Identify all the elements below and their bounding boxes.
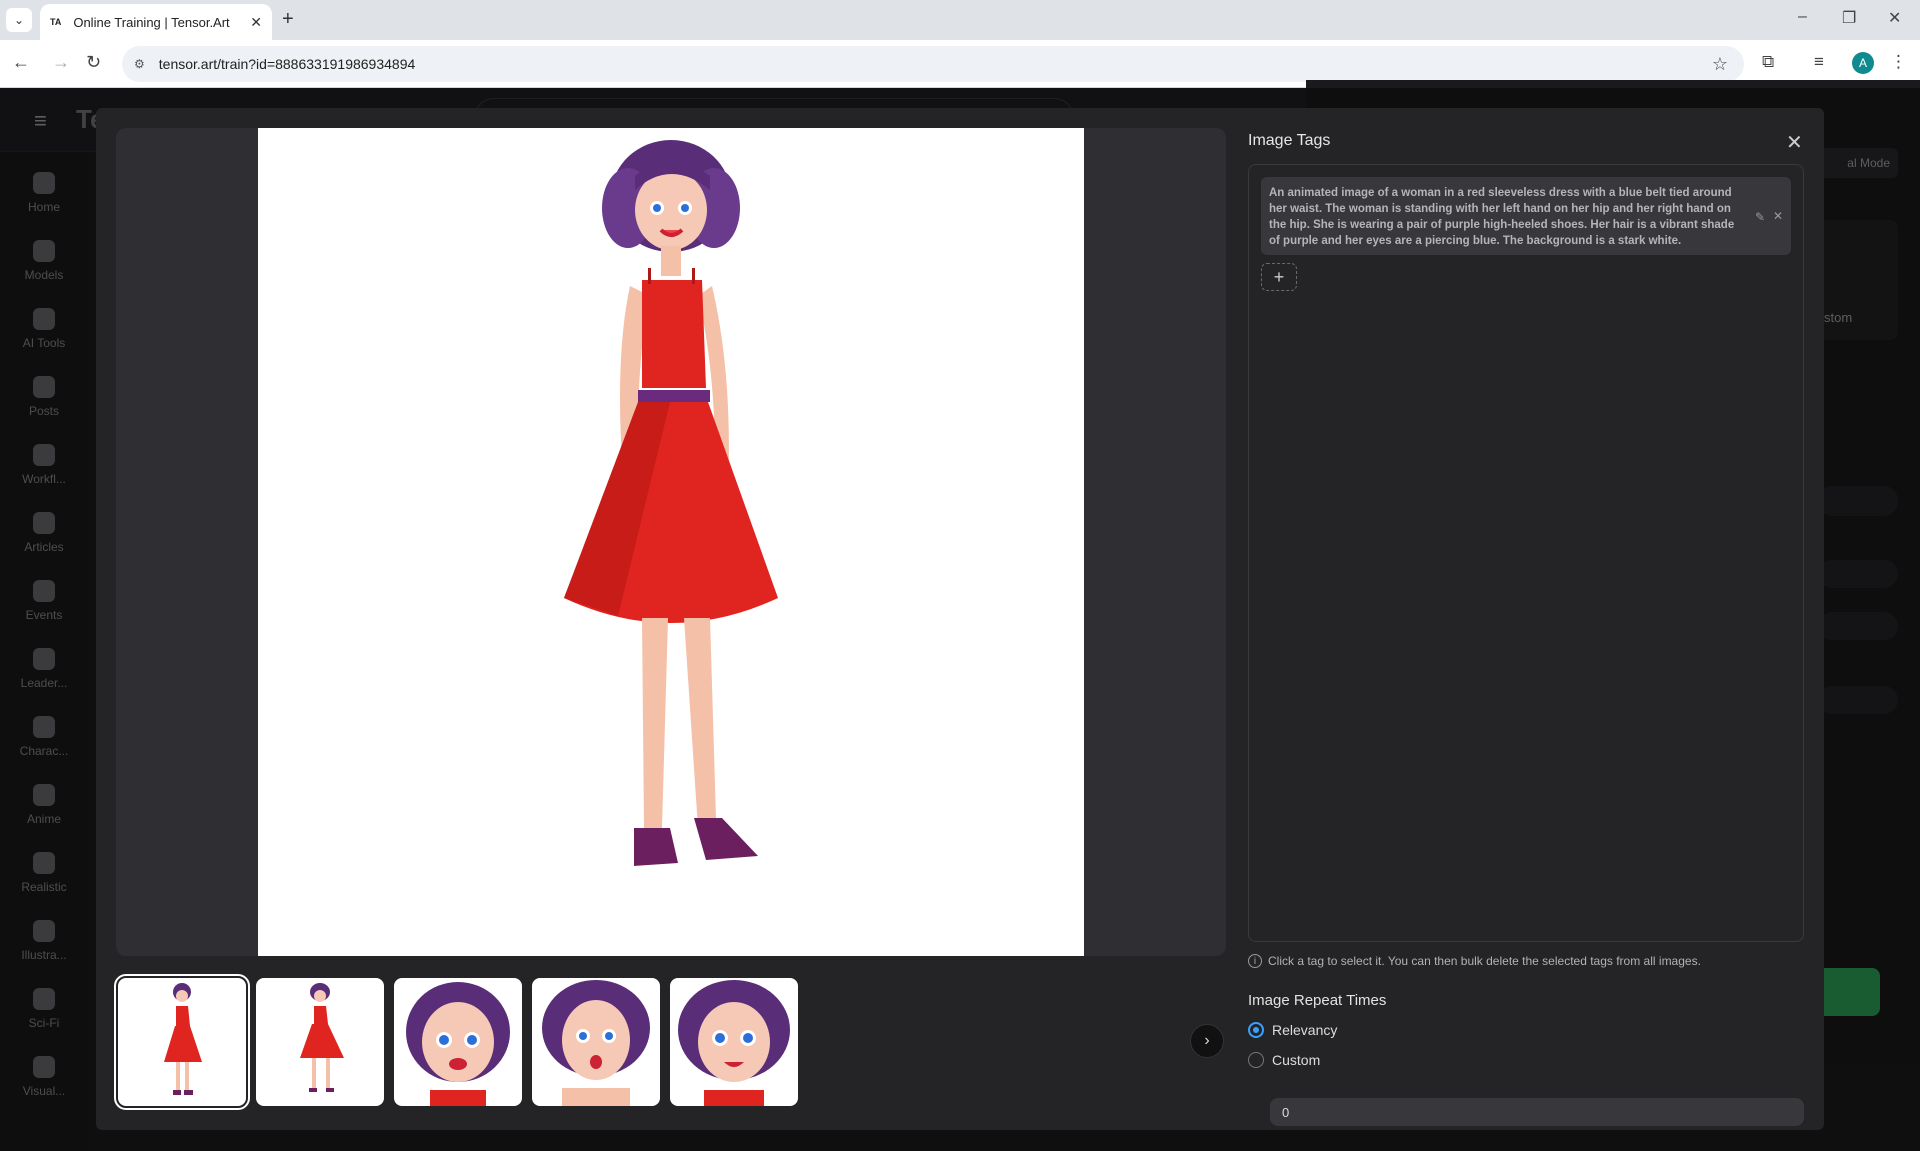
profile-avatar[interactable]: A xyxy=(1852,52,1874,74)
thumbnail-3[interactable] xyxy=(394,978,522,1106)
image-tags-modal: ‹ xyxy=(96,108,1824,1130)
back-icon[interactable]: ← xyxy=(12,52,30,73)
tags-side-panel: Image Tags ✕ An animated image of a woma… xyxy=(1248,128,1804,1126)
browser-menu-icon[interactable]: ⋮ xyxy=(1890,52,1907,72)
restore-icon[interactable]: ❐ xyxy=(1842,8,1856,28)
tags-container: An animated image of a woman in a red sl… xyxy=(1248,164,1804,942)
tab-favicon: TA xyxy=(50,17,62,27)
tab-search-button[interactable]: ⌄ xyxy=(6,8,32,32)
thumbnail-5[interactable] xyxy=(670,978,798,1106)
hint-text: Click a tag to select it. You can then b… xyxy=(1268,954,1701,968)
browser-tab[interactable]: TA Online Training | Tensor.Art ✕ xyxy=(40,4,272,40)
thumbnail-image xyxy=(678,980,790,1106)
reload-icon[interactable]: ↻ xyxy=(86,52,101,73)
forward-icon[interactable]: → xyxy=(52,52,70,73)
url-text: tensor.art/train?id=888633191986934894 xyxy=(158,56,416,72)
thumbnail-image xyxy=(406,982,510,1106)
image-preview xyxy=(116,128,1226,956)
tag-chip[interactable]: An animated image of a woman in a red sl… xyxy=(1261,177,1791,255)
preview-image xyxy=(258,128,1084,956)
add-tag-button[interactable]: + xyxy=(1261,263,1297,291)
modal-title: Image Tags xyxy=(1248,132,1331,149)
radio-relevancy[interactable]: Relevancy xyxy=(1248,1022,1337,1038)
browser-tab-strip: ⌄ TA Online Training | Tensor.Art ✕ + – … xyxy=(0,0,1920,40)
delete-tag-icon[interactable]: ✕ xyxy=(1773,208,1783,224)
thumbnail-4[interactable] xyxy=(532,978,660,1106)
radio-label: Relevancy xyxy=(1272,1022,1338,1038)
address-bar[interactable]: ⚙ tensor.art/train?id=888633191986934894… xyxy=(122,46,1744,82)
thumbnail-next-button[interactable]: › xyxy=(1190,1024,1224,1058)
radio-indicator[interactable] xyxy=(1248,1052,1264,1068)
close-icon[interactable]: ✕ xyxy=(1786,130,1803,155)
site-info-icon[interactable]: ⚙ xyxy=(134,57,145,71)
radio-indicator[interactable] xyxy=(1248,1022,1264,1038)
tag-text: An animated image of a woman in a red sl… xyxy=(1269,187,1735,247)
thumbnail-image xyxy=(164,983,202,1095)
bookmark-star-icon[interactable]: ☆ xyxy=(1712,54,1728,75)
thumbnail-image xyxy=(542,980,650,1106)
new-tab-icon[interactable]: + xyxy=(282,8,294,31)
radio-label: Custom xyxy=(1272,1052,1321,1068)
window-close-icon[interactable]: ✕ xyxy=(1888,8,1901,28)
thumbnail-1[interactable] xyxy=(114,974,250,1110)
edit-icon[interactable]: ✎ xyxy=(1755,209,1765,225)
tag-hint: i Click a tag to select it. You can then… xyxy=(1248,954,1701,968)
character-illustration xyxy=(564,140,778,866)
thumbnail-2[interactable] xyxy=(256,978,384,1106)
tab-title: Online Training | Tensor.Art xyxy=(73,14,230,30)
minimize-icon[interactable]: – xyxy=(1798,8,1807,26)
tab-close-icon[interactable]: ✕ xyxy=(250,14,262,31)
thumbnail-image xyxy=(300,983,344,1092)
repeat-times-input[interactable] xyxy=(1270,1098,1804,1126)
repeat-times-title: Image Repeat Times xyxy=(1248,992,1387,1009)
radio-custom[interactable]: Custom xyxy=(1248,1052,1320,1068)
info-icon: i xyxy=(1248,954,1262,968)
media-control-icon[interactable]: ≡ xyxy=(1814,52,1824,72)
extensions-icon[interactable]: ⧉ xyxy=(1762,52,1774,72)
